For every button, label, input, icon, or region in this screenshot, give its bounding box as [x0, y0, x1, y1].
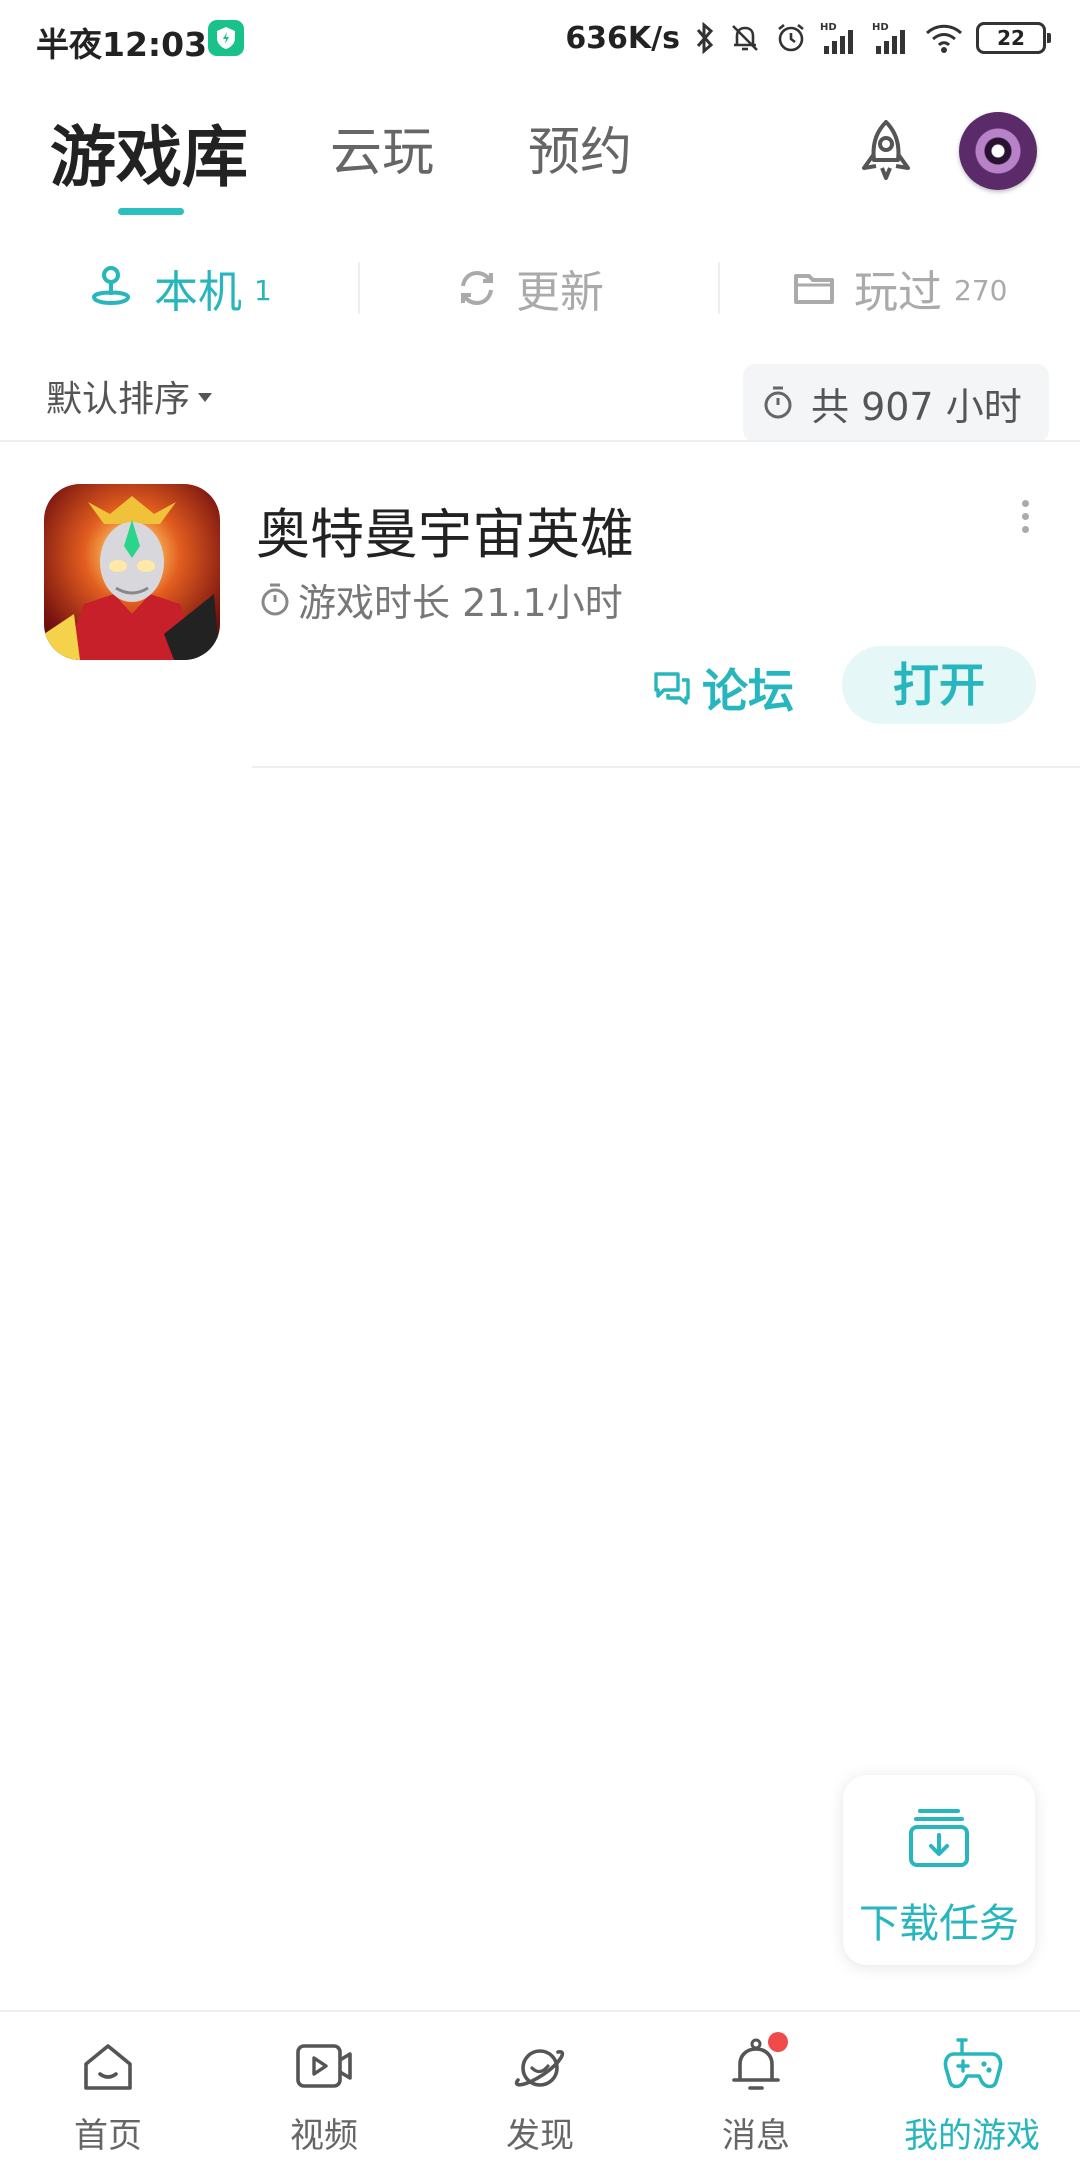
divider — [0, 440, 1080, 442]
subtab-divider — [718, 262, 720, 314]
hd-signal-icon: HD — [872, 22, 905, 54]
tab-cloud-play[interactable]: 云玩 — [330, 110, 434, 185]
svg-text:HD: HD — [820, 22, 837, 33]
planet-icon — [514, 2049, 565, 2087]
sort-dropdown[interactable]: 默认排序 — [46, 370, 213, 422]
caret-down-icon — [198, 392, 213, 402]
hd-signal-icon: HD — [820, 22, 853, 54]
subtab-played-label: 玩过 — [854, 267, 942, 318]
joystick-icon — [91, 266, 131, 305]
game-app-icon[interactable] — [44, 484, 220, 660]
bluetooth-icon — [696, 21, 714, 55]
subtab-local[interactable]: 本机 1 — [86, 252, 272, 324]
mute-bell-icon — [732, 25, 758, 51]
subtab-update-label: 更新 — [516, 267, 604, 318]
home-icon — [84, 2044, 132, 2090]
battery-icon: 22 — [976, 22, 1051, 54]
subtab-played-count: 270 — [954, 273, 1008, 307]
status-bar: 半夜12:03 636K/s HD HD 22 — [0, 0, 1080, 78]
nav-my-games-label: 我的游戏 — [904, 2116, 1040, 2156]
net-speed: 636K/s — [565, 20, 680, 56]
nav-discover[interactable]: 发现 — [432, 2012, 648, 2160]
download-tasks-label: 下载任务 — [859, 1901, 1019, 1947]
stopwatch-icon — [764, 386, 792, 419]
divider — [252, 766, 1080, 768]
game-title[interactable]: 奥特曼宇宙英雄 — [256, 490, 634, 569]
download-tray-icon — [909, 1809, 969, 1867]
nav-home[interactable]: 首页 — [0, 2012, 216, 2160]
sort-label: 默认排序 — [46, 379, 191, 420]
tab-game-library[interactable]: 游戏库 — [50, 104, 248, 200]
gamepad-icon — [943, 2038, 1003, 2089]
nav-messages-label: 消息 — [722, 2116, 790, 2156]
chat-bubbles-icon — [654, 672, 690, 705]
tab-reserve[interactable]: 预约 — [528, 110, 632, 185]
nav-video[interactable]: 视频 — [216, 2012, 432, 2160]
subtab-update[interactable]: 更新 — [456, 252, 604, 324]
refresh-icon — [461, 270, 493, 306]
sub-tabs: 本机 1 更新 玩过 270 — [0, 252, 1080, 324]
status-icons: 636K/s HD HD 22 — [565, 16, 1051, 60]
total-play-time: 共 907 小时 — [743, 364, 1049, 442]
bottom-nav: 首页 视频 发现 消息 我的游戏 — [0, 2010, 1080, 2160]
subtab-divider — [358, 262, 360, 314]
game-play-time-text: 游戏时长 21.1小时 — [298, 581, 623, 625]
status-time: 半夜12:03 — [36, 25, 208, 64]
forum-button[interactable]: 论坛 — [652, 656, 794, 720]
download-tasks-button[interactable]: 下载任务 — [843, 1775, 1035, 1965]
game-play-time: 游戏时长 21.1小时 — [258, 572, 623, 627]
nav-discover-label: 发现 — [506, 2116, 574, 2156]
more-options-icon[interactable] — [1018, 500, 1032, 540]
subtab-local-count: 1 — [254, 273, 272, 307]
nav-home-label: 首页 — [74, 2116, 142, 2156]
video-icon — [296, 2044, 352, 2088]
nav-video-label: 视频 — [290, 2116, 358, 2156]
total-time-text: 共 907 小时 — [811, 384, 1022, 429]
open-game-button[interactable]: 打开 — [842, 646, 1036, 724]
avatar[interactable] — [959, 112, 1037, 190]
active-tab-indicator — [118, 208, 184, 215]
folder-icon — [794, 274, 834, 304]
svg-text:HD: HD — [872, 22, 889, 33]
forum-label: 论坛 — [702, 664, 794, 718]
subtab-played[interactable]: 玩过 270 — [792, 252, 1007, 324]
notification-badge — [768, 2032, 788, 2052]
wifi-icon — [925, 24, 963, 53]
rocket-icon[interactable] — [850, 116, 922, 188]
nav-my-games[interactable]: 我的游戏 — [864, 2012, 1080, 2160]
alarm-icon — [778, 23, 804, 52]
subtab-local-label: 本机 — [154, 267, 242, 318]
nav-messages[interactable]: 消息 — [648, 2012, 864, 2160]
shield-icon — [208, 20, 244, 56]
stopwatch-icon — [261, 583, 289, 615]
